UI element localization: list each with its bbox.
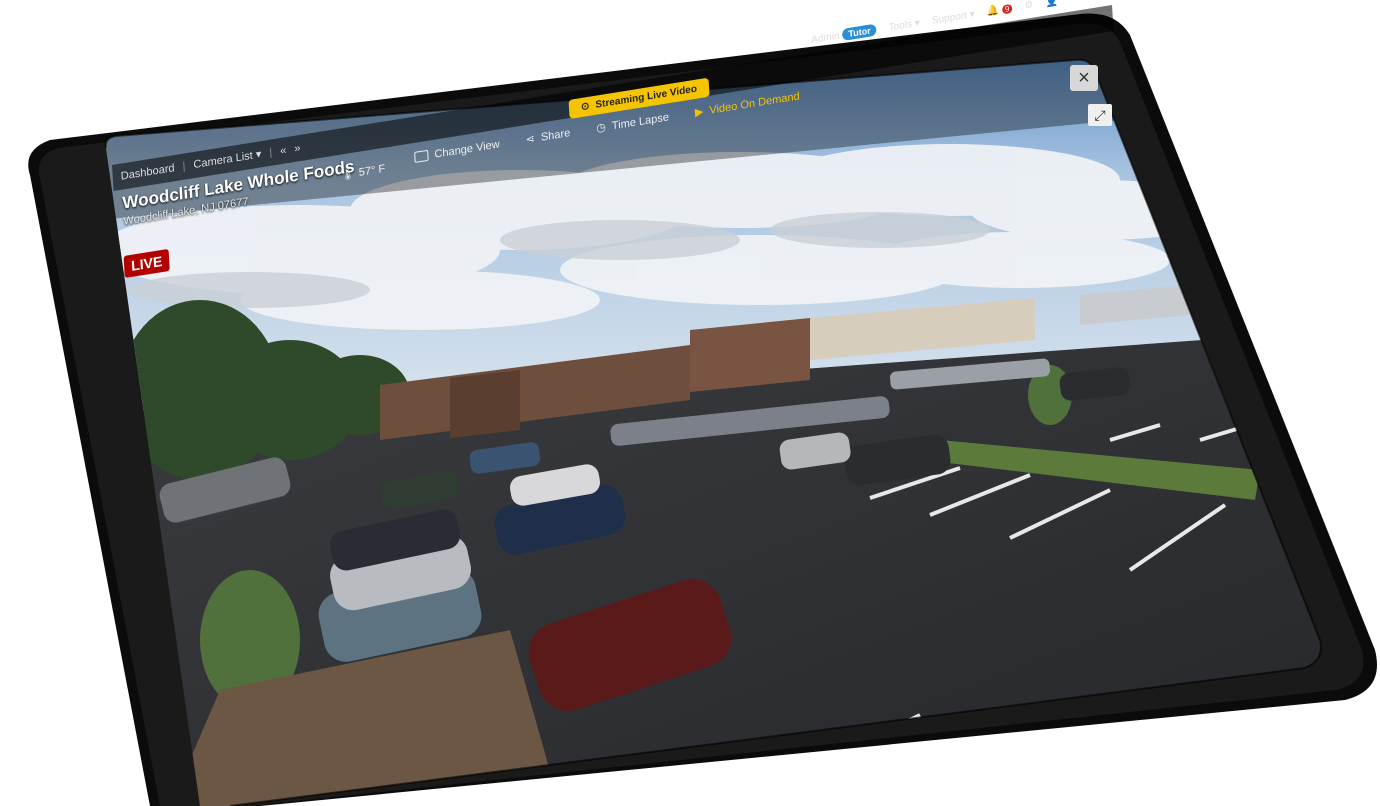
tablet-device — [28, 13, 1378, 806]
